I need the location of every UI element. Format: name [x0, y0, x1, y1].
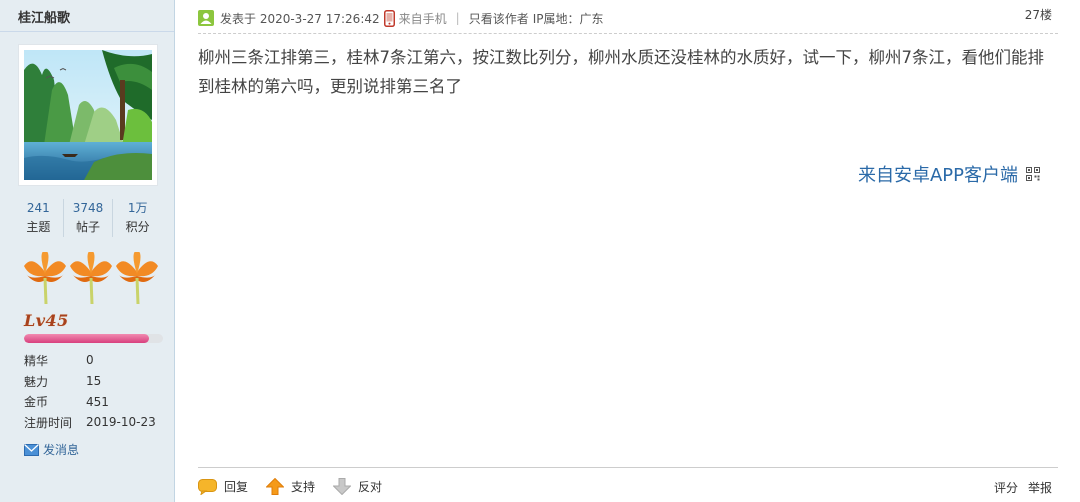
rank-flower-icons: [24, 252, 158, 305]
level-progress-bar: [24, 334, 163, 343]
rate-button[interactable]: 评分: [994, 479, 1018, 496]
flower-icon: [70, 252, 112, 305]
app-source-label[interactable]: 来自安卓APP客户端: [858, 161, 1018, 187]
author-username[interactable]: 桂江船歌: [18, 11, 70, 26]
avatar-frame[interactable]: [18, 44, 158, 186]
info-label: 注册时间: [24, 415, 73, 430]
username-bar: 桂江船歌: [0, 0, 174, 32]
info-value: 2019-10-23: [86, 415, 156, 430]
info-row-coins: 金币 451: [24, 391, 156, 412]
oppose-button[interactable]: 反对: [333, 478, 382, 495]
info-value: 451: [86, 394, 109, 409]
stat-value[interactable]: 3748: [64, 199, 113, 217]
post-main: 发表于 2020-3-27 17:26:42 来自手机 | 只看该作者 IP属地…: [176, 0, 1080, 502]
stat-points[interactable]: 1万 积分: [113, 199, 162, 237]
post-right-actions: 评分 举报: [994, 479, 1052, 496]
author-info: 精华 0 魅力 15 金币 451 注册时间 2019-10-23: [24, 350, 156, 433]
send-message-label[interactable]: 发消息: [43, 441, 79, 458]
arrow-down-icon: [333, 478, 352, 495]
info-label: 金币: [24, 395, 49, 410]
reply-button[interactable]: 回复: [198, 478, 248, 495]
support-button[interactable]: 支持: [266, 478, 315, 495]
author-sidebar: 桂江船歌 241 主题 3748 帖子 1万 积分 Lv45 精华 0 魅力 1…: [0, 0, 175, 502]
flower-icon: [24, 252, 66, 305]
meta-separator: |: [455, 11, 460, 25]
from-mobile-label: 来自手机: [398, 11, 447, 26]
post-timestamp: 发表于 2020-3-27 17:26:42: [220, 11, 380, 26]
envelope-icon: [24, 443, 39, 456]
avatar[interactable]: [24, 50, 152, 180]
level-progress-fill: [24, 334, 150, 343]
author-stats: 241 主题 3748 帖子 1万 积分: [14, 199, 162, 237]
phone-icon: [383, 9, 395, 27]
stat-value[interactable]: 1万: [113, 199, 162, 217]
info-label: 精华: [24, 353, 49, 368]
only-author-link[interactable]: 只看该作者: [469, 10, 529, 27]
flower-icon: [116, 252, 158, 305]
info-value: 0: [86, 353, 94, 368]
level-badge: Lv45: [24, 311, 69, 330]
stat-posts[interactable]: 3748 帖子: [64, 199, 114, 237]
info-label: 魅力: [24, 374, 49, 389]
meta-divider: [198, 33, 1058, 34]
qr-code-icon[interactable]: [1026, 167, 1040, 181]
stat-threads[interactable]: 241 主题: [14, 199, 64, 237]
post-meta: 发表于 2020-3-27 17:26:42 来自手机 | 只看该作者 IP属地…: [198, 8, 604, 28]
floor-number[interactable]: 27楼: [1025, 6, 1052, 23]
stat-label: 帖子: [76, 220, 101, 234]
app-source-link[interactable]: 来自安卓APP客户端: [858, 161, 1040, 187]
reply-icon: [198, 478, 217, 495]
reply-label[interactable]: 回复: [224, 478, 248, 495]
stat-label: 主题: [26, 220, 51, 234]
stat-label: 积分: [125, 220, 150, 234]
stat-value[interactable]: 241: [14, 199, 63, 217]
send-message-link[interactable]: 发消息: [24, 441, 79, 458]
post-content: 柳州三条江排第三，桂林7条江第六，按江数比列分，柳州水质还没桂林的水质好，试一下…: [198, 48, 1044, 96]
oppose-label[interactable]: 反对: [358, 478, 382, 495]
info-row-registered: 注册时间 2019-10-23: [24, 412, 156, 433]
info-value: 15: [86, 374, 102, 389]
info-row-charm: 魅力 15: [24, 371, 156, 392]
report-button[interactable]: 举报: [1028, 479, 1052, 496]
info-row-digest: 精华 0: [24, 350, 156, 371]
arrow-up-icon: [266, 478, 285, 495]
ip-location: IP属地：广东: [532, 11, 604, 26]
support-label[interactable]: 支持: [291, 478, 315, 495]
actions-divider: [198, 467, 1058, 468]
online-user-icon: [198, 10, 214, 26]
post-actions: 回复 支持 反对: [198, 478, 400, 495]
